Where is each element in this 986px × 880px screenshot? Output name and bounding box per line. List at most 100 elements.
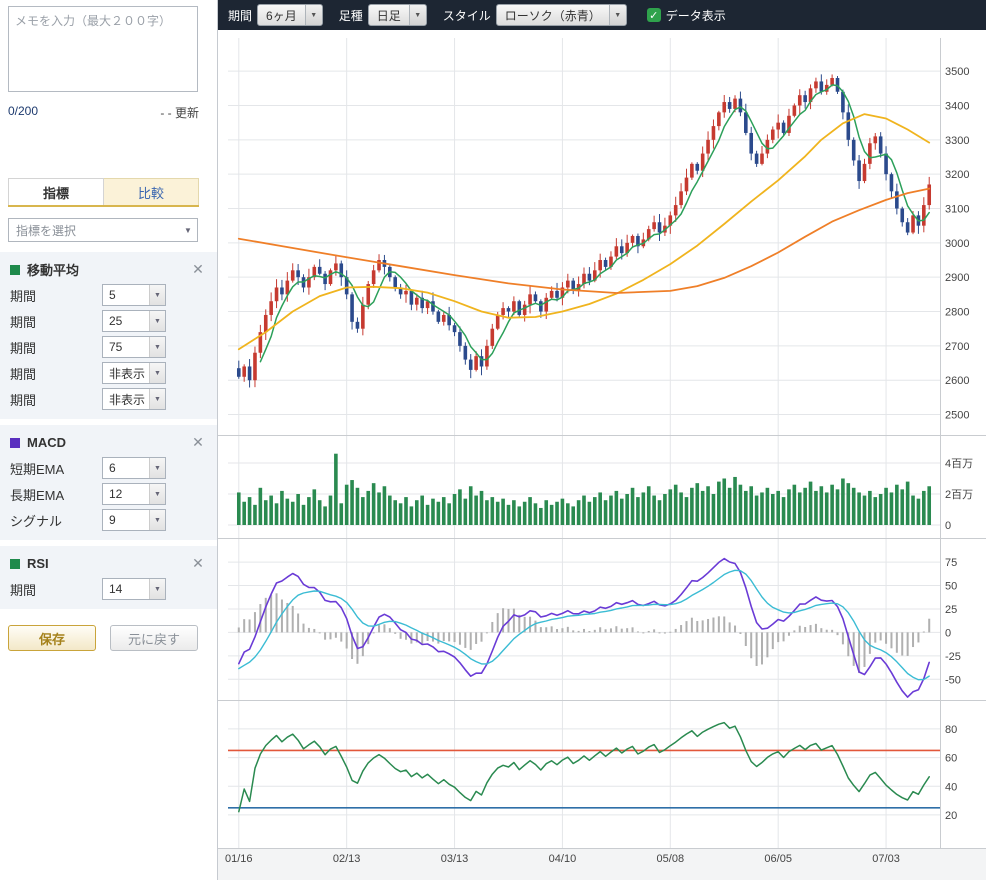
ma-color-swatch	[10, 265, 20, 275]
select-value: 6	[109, 461, 116, 475]
svg-text:3100: 3100	[945, 204, 969, 216]
section-moving-average: 移動平均 ✕ 期間 5 ▼ 期間 25 ▼	[0, 252, 217, 419]
section-title: 移動平均	[27, 260, 189, 279]
select-value: 75	[109, 340, 122, 354]
period-label: 期間	[228, 7, 252, 24]
chart-body: 3500340033003200310030002900280027002600…	[218, 30, 986, 880]
select-value: 25	[109, 314, 122, 328]
section-rsi: RSI ✕ 期間 14 ▼	[0, 546, 217, 609]
ma-period-row: 期間 5 ▼	[10, 282, 207, 308]
memo-input[interactable]	[8, 6, 198, 92]
macd-histogram	[238, 593, 930, 673]
macd-line	[239, 559, 929, 698]
row-label: 期間	[10, 364, 102, 383]
close-icon[interactable]: ✕	[189, 261, 207, 278]
bartype-label: 足種	[339, 7, 363, 24]
macd-signal-line	[239, 570, 929, 679]
svg-text:75: 75	[945, 557, 957, 569]
svg-text:07/03: 07/03	[872, 853, 900, 865]
chevron-down-icon: ▼	[149, 311, 165, 331]
svg-text:2百万: 2百万	[945, 489, 973, 501]
svg-text:3400: 3400	[945, 100, 969, 112]
ma-period-select-1[interactable]: 5 ▼	[102, 284, 166, 306]
indicator-select[interactable]: 指標を選択 ▼	[8, 218, 198, 242]
close-icon[interactable]: ✕	[189, 434, 207, 451]
memo-update-button[interactable]: - - 更新	[160, 104, 199, 121]
chart-area: 期間 6ヶ月 ▼ 足種 日足 ▼ スタイル ローソク（赤青） ▼ ✓ データ表示…	[218, 0, 986, 880]
chevron-down-icon: ▼	[149, 285, 165, 305]
row-label: 短期EMA	[10, 459, 102, 478]
svg-text:3200: 3200	[945, 169, 969, 181]
chevron-down-icon: ▼	[149, 579, 165, 599]
select-value: 5	[109, 288, 116, 302]
close-icon[interactable]: ✕	[189, 555, 207, 572]
section-title: RSI	[27, 556, 189, 571]
chevron-down-icon: ▼	[149, 363, 165, 383]
save-button[interactable]: 保存	[8, 625, 96, 651]
row-label: 期間	[10, 580, 102, 599]
chart-canvas[interactable]: 3500340033003200310030002900280027002600…	[218, 30, 986, 880]
svg-text:01/16: 01/16	[225, 853, 253, 865]
ma-period-select-2[interactable]: 25 ▼	[102, 310, 166, 332]
svg-text:2700: 2700	[945, 341, 969, 353]
macd-signal-select[interactable]: 9 ▼	[102, 509, 166, 531]
style-label: スタイル	[443, 7, 491, 24]
svg-text:2600: 2600	[945, 375, 969, 387]
chevron-down-icon: ▼	[149, 510, 165, 530]
section-title: MACD	[27, 435, 189, 450]
row-label: 期間	[10, 312, 102, 331]
macd-slow-ema-select[interactable]: 12 ▼	[102, 483, 166, 505]
svg-text:06/05: 06/05	[764, 853, 792, 865]
rsi-row: 期間 14 ▼	[10, 576, 207, 602]
tab-indicator[interactable]: 指標	[8, 178, 104, 205]
dropdown-value: 日足	[369, 7, 409, 24]
svg-text:05/08: 05/08	[657, 853, 685, 865]
select-value: 非表示	[109, 365, 145, 382]
ma-period-row: 期間 非表示 ▼	[10, 386, 207, 412]
dropdown-value: 6ヶ月	[258, 7, 305, 24]
macd-fast-ema-select[interactable]: 6 ▼	[102, 457, 166, 479]
style-dropdown[interactable]: ローソク（赤青） ▼	[496, 4, 627, 26]
svg-text:-50: -50	[945, 674, 961, 686]
svg-text:2800: 2800	[945, 307, 969, 319]
svg-text:03/13: 03/13	[441, 853, 469, 865]
svg-text:2500: 2500	[945, 410, 969, 422]
bartype-dropdown[interactable]: 日足 ▼	[368, 4, 427, 26]
chevron-down-icon: ▼	[409, 5, 426, 25]
ma-period-select-3[interactable]: 75 ▼	[102, 336, 166, 358]
ma-period-select-5[interactable]: 非表示 ▼	[102, 388, 166, 410]
data-display-checkbox[interactable]: ✓	[647, 8, 661, 22]
row-label: シグナル	[10, 511, 102, 530]
indicator-select-placeholder: 指標を選択	[16, 222, 76, 239]
svg-text:25: 25	[945, 604, 957, 616]
row-label: 期間	[10, 286, 102, 305]
rsi-period-select[interactable]: 14 ▼	[102, 578, 166, 600]
gridlines	[228, 38, 940, 848]
memo-char-counter: 0/200	[8, 104, 38, 121]
ma-period-select-4[interactable]: 非表示 ▼	[102, 362, 166, 384]
reset-button[interactable]: 元に戻す	[110, 625, 198, 651]
svg-text:60: 60	[945, 753, 957, 765]
chevron-down-icon: ▼	[609, 5, 626, 25]
tab-compare[interactable]: 比較	[104, 178, 199, 205]
svg-text:3500: 3500	[945, 66, 969, 78]
rsi-line	[239, 723, 929, 812]
dropdown-value: ローソク（赤青）	[497, 7, 609, 24]
svg-text:3300: 3300	[945, 135, 969, 147]
svg-text:80: 80	[945, 724, 957, 736]
svg-text:0: 0	[945, 520, 951, 532]
ma-period-row: 期間 75 ▼	[10, 334, 207, 360]
macd-row: 長期EMA 12 ▼	[10, 481, 207, 507]
select-value: 9	[109, 513, 116, 527]
ma-period-row: 期間 非表示 ▼	[10, 360, 207, 386]
ma25-line	[239, 114, 929, 349]
period-dropdown[interactable]: 6ヶ月 ▼	[257, 4, 323, 26]
select-value: 12	[109, 487, 122, 501]
row-label: 期間	[10, 390, 102, 409]
svg-text:-25: -25	[945, 651, 961, 663]
chevron-down-icon: ▼	[179, 226, 197, 235]
chevron-down-icon: ▼	[149, 484, 165, 504]
svg-text:40: 40	[945, 781, 957, 793]
macd-row: 短期EMA 6 ▼	[10, 455, 207, 481]
macd-row: シグナル 9 ▼	[10, 507, 207, 533]
